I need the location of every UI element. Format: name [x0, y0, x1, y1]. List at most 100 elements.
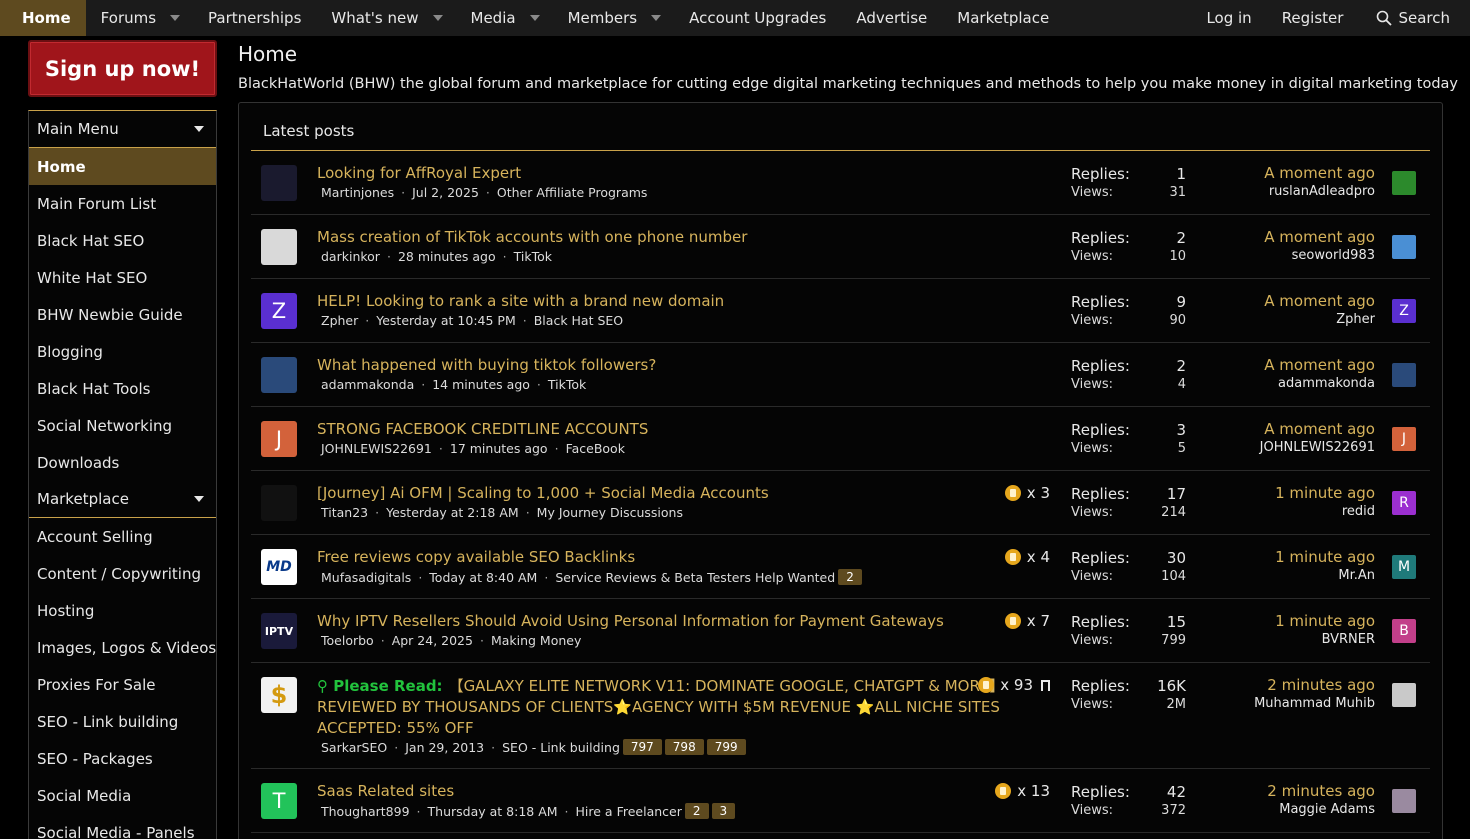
avatar[interactable]: J	[261, 421, 297, 457]
sidebar-item-social-media[interactable]: Social Media	[29, 777, 216, 814]
thread-title-link[interactable]: Why IPTV Resellers Should Avoid Using Pe…	[317, 612, 944, 630]
last-post-user-link[interactable]: Maggie Adams	[1267, 802, 1375, 817]
chevron-down-icon[interactable]	[432, 15, 443, 21]
thread-author[interactable]: SarkarSEO	[321, 740, 387, 755]
thread-forum[interactable]: TikTok	[548, 377, 586, 392]
thread-date[interactable]: 17 minutes ago	[450, 441, 548, 456]
last-poster-avatar[interactable]	[1392, 235, 1416, 259]
last-post-time-link[interactable]: 1 minute ago	[1275, 548, 1375, 566]
thread-author[interactable]: Thoughart899	[321, 804, 410, 819]
reaction-summary[interactable]: x 7	[1004, 612, 1050, 630]
sidebar-item-black-hat-seo[interactable]: Black Hat SEO	[29, 222, 216, 259]
thread-row[interactable]: MD Free reviews copy available SEO Backli…	[251, 535, 1430, 599]
sidebar-item-social-networking[interactable]: Social Networking	[29, 407, 216, 444]
last-poster-avatar[interactable]: J	[1392, 427, 1416, 451]
thread-title-link[interactable]: STRONG FACEBOOK CREDITLINE ACCOUNTS	[317, 420, 648, 438]
last-post-user-link[interactable]: Mr.An	[1275, 568, 1375, 583]
last-post-time-link[interactable]: A moment ago	[1264, 164, 1375, 182]
last-post-user-link[interactable]: Muhammad Muhib	[1254, 696, 1375, 711]
main-menu-header[interactable]: Main Menu	[29, 111, 216, 148]
thread-forum[interactable]: Other Affiliate Programs	[497, 185, 648, 200]
thread-date[interactable]: 14 minutes ago	[432, 377, 530, 392]
sidebar-item-blogging[interactable]: Blogging	[29, 333, 216, 370]
chevron-down-icon[interactable]	[529, 15, 540, 21]
page-jump-button[interactable]: 3	[711, 803, 736, 819]
page-jump-button[interactable]: 798	[664, 739, 704, 755]
sidebar-item-home[interactable]: Home	[29, 148, 216, 185]
avatar[interactable]	[261, 357, 297, 393]
sidebar-item-hosting[interactable]: Hosting	[29, 592, 216, 629]
thread-forum[interactable]: SEO - Link building	[502, 740, 620, 755]
thread-forum[interactable]: TikTok	[514, 249, 552, 264]
thread-row[interactable]: Z HELP! Looking to rank a site with a bra…	[251, 279, 1430, 343]
reaction-summary[interactable]: x 13	[995, 782, 1050, 800]
thread-row[interactable]: IPTV Why IPTV Resellers Should Avoid Usin…	[251, 599, 1430, 663]
thread-forum[interactable]: My Journey Discussions	[537, 505, 683, 520]
thread-forum[interactable]: Hire a Freelancer	[576, 804, 682, 819]
thread-author[interactable]: Martinjones	[321, 185, 394, 200]
last-post-time-link[interactable]: 1 minute ago	[1275, 484, 1375, 502]
thread-row[interactable]: $ ⚲ Please Read: 【GALAXY ELITE NETWORK V11…	[251, 663, 1430, 769]
page-jump-button[interactable]: 2	[684, 803, 709, 819]
avatar[interactable]: IPTV	[261, 613, 297, 649]
chevron-down-icon[interactable]	[651, 15, 662, 21]
thread-title-link[interactable]: Looking for AffRoyal Expert	[317, 164, 521, 182]
last-poster-avatar[interactable]	[1392, 363, 1416, 387]
thread-author[interactable]: Mufasadigitals	[321, 570, 411, 585]
last-post-time-link[interactable]: A moment ago	[1264, 292, 1375, 310]
sidebar-item-seo-packages[interactable]: SEO - Packages	[29, 740, 216, 777]
thread-date[interactable]: Yesterday at 2:18 AM	[386, 505, 519, 520]
sidebar-item-social-media-panels[interactable]: Social Media - Panels	[29, 814, 216, 839]
thread-date[interactable]: Jul 2, 2025	[412, 185, 479, 200]
last-poster-avatar[interactable]	[1392, 171, 1416, 195]
chevron-down-icon[interactable]	[194, 126, 204, 132]
last-post-time-link[interactable]: A moment ago	[1264, 356, 1375, 374]
last-poster-avatar[interactable]: B	[1392, 619, 1416, 643]
thread-author[interactable]: Toelorbo	[321, 633, 374, 648]
last-post-user-link[interactable]: redid	[1275, 504, 1375, 519]
sidebar-item-account-selling[interactable]: Account Selling	[29, 518, 216, 555]
marketplace-header[interactable]: Marketplace	[29, 481, 216, 518]
avatar[interactable]	[261, 485, 297, 521]
avatar[interactable]: T	[261, 783, 297, 819]
nav-item-home[interactable]: Home	[0, 0, 86, 36]
nav-item-media[interactable]: Media	[456, 0, 553, 36]
thread-author[interactable]: Zpher	[321, 313, 358, 328]
chevron-down-icon[interactable]	[194, 496, 204, 502]
last-poster-avatar[interactable]	[1392, 683, 1416, 707]
sidebar-item-proxies-for-sale[interactable]: Proxies For Sale	[29, 666, 216, 703]
last-post-time-link[interactable]: 2 minutes ago	[1267, 782, 1375, 800]
thread-date[interactable]: Thursday at 8:18 AM	[428, 804, 558, 819]
last-post-user-link[interactable]: JOHNLEWIS22691	[1260, 440, 1375, 455]
thread-title-link[interactable]: Saas Related sites	[317, 782, 454, 800]
thread-title-link[interactable]: HELP! Looking to rank a site with a bran…	[317, 292, 724, 310]
sign-up-button[interactable]: Sign up now!	[28, 40, 217, 97]
avatar[interactable]	[261, 165, 297, 201]
nav-item-advertise[interactable]: Advertise	[841, 0, 942, 36]
thread-title-link[interactable]: Mass creation of TikTok accounts with on…	[317, 228, 747, 246]
page-jump-button[interactable]: 799	[706, 739, 746, 755]
thread-row[interactable]: [Journey] Ai OFM | Scaling to 1,000 + So…	[251, 471, 1430, 535]
last-post-time-link[interactable]: 2 minutes ago	[1254, 676, 1375, 694]
thread-forum[interactable]: FaceBook	[566, 441, 625, 456]
last-post-user-link[interactable]: Zpher	[1264, 312, 1375, 327]
last-post-user-link[interactable]: ruslanAdleadpro	[1264, 184, 1375, 199]
nav-item-what-s-new[interactable]: What's new	[316, 0, 455, 36]
sidebar-item-content-copywriting[interactable]: Content / Copywriting	[29, 555, 216, 592]
avatar[interactable]: Z	[261, 293, 297, 329]
thread-row[interactable]: Mass creation of TikTok accounts with on…	[251, 215, 1430, 279]
nav-item-account-upgrades[interactable]: Account Upgrades	[674, 0, 841, 36]
last-poster-avatar[interactable]: M	[1392, 555, 1416, 579]
last-post-user-link[interactable]: seoworld983	[1264, 248, 1375, 263]
nav-item-partnerships[interactable]: Partnerships	[193, 0, 316, 36]
reaction-summary[interactable]: x 3	[1004, 484, 1050, 502]
avatar[interactable]: MD	[261, 549, 297, 585]
thread-forum[interactable]: Making Money	[491, 633, 581, 648]
thread-author[interactable]: Titan23	[321, 505, 368, 520]
last-poster-avatar[interactable]	[1392, 789, 1416, 813]
thread-forum[interactable]: Service Reviews & Beta Testers Help Want…	[555, 570, 835, 585]
sidebar-item-main-forum-list[interactable]: Main Forum List	[29, 185, 216, 222]
reaction-summary[interactable]: x 93	[978, 676, 1050, 694]
thread-date[interactable]: 28 minutes ago	[398, 249, 496, 264]
last-post-time-link[interactable]: 1 minute ago	[1275, 612, 1375, 630]
